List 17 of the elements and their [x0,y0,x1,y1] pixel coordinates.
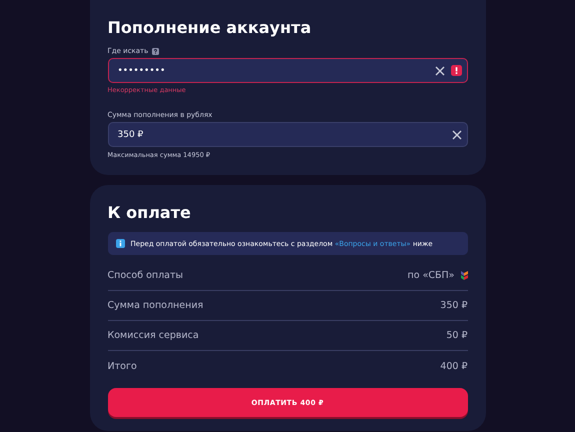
row-label: Итого [108,360,137,372]
info-icon [116,239,124,248]
row-value: 350 ₽ [440,300,468,311]
row-value: 400 ₽ [440,360,468,372]
row-label: Сумма пополнения [108,300,204,311]
input-field[interactable]: 350 ₽ [108,122,468,147]
row-value: по «СБП» [408,270,454,281]
clear-icon[interactable] [452,130,462,140]
clear-icon[interactable] [434,66,444,76]
row-value: 50 ₽ [446,330,468,341]
sbp-logo-icon [460,271,468,280]
card-title: Пополнение аккаунта [108,18,312,37]
help-icon[interactable] [152,48,160,54]
input-field[interactable]: ••••••••• [108,58,468,83]
card-title: К оплате [108,203,192,222]
row-label: Способ оплаты [108,270,184,281]
row-label: Комиссия сервиса [108,330,199,341]
